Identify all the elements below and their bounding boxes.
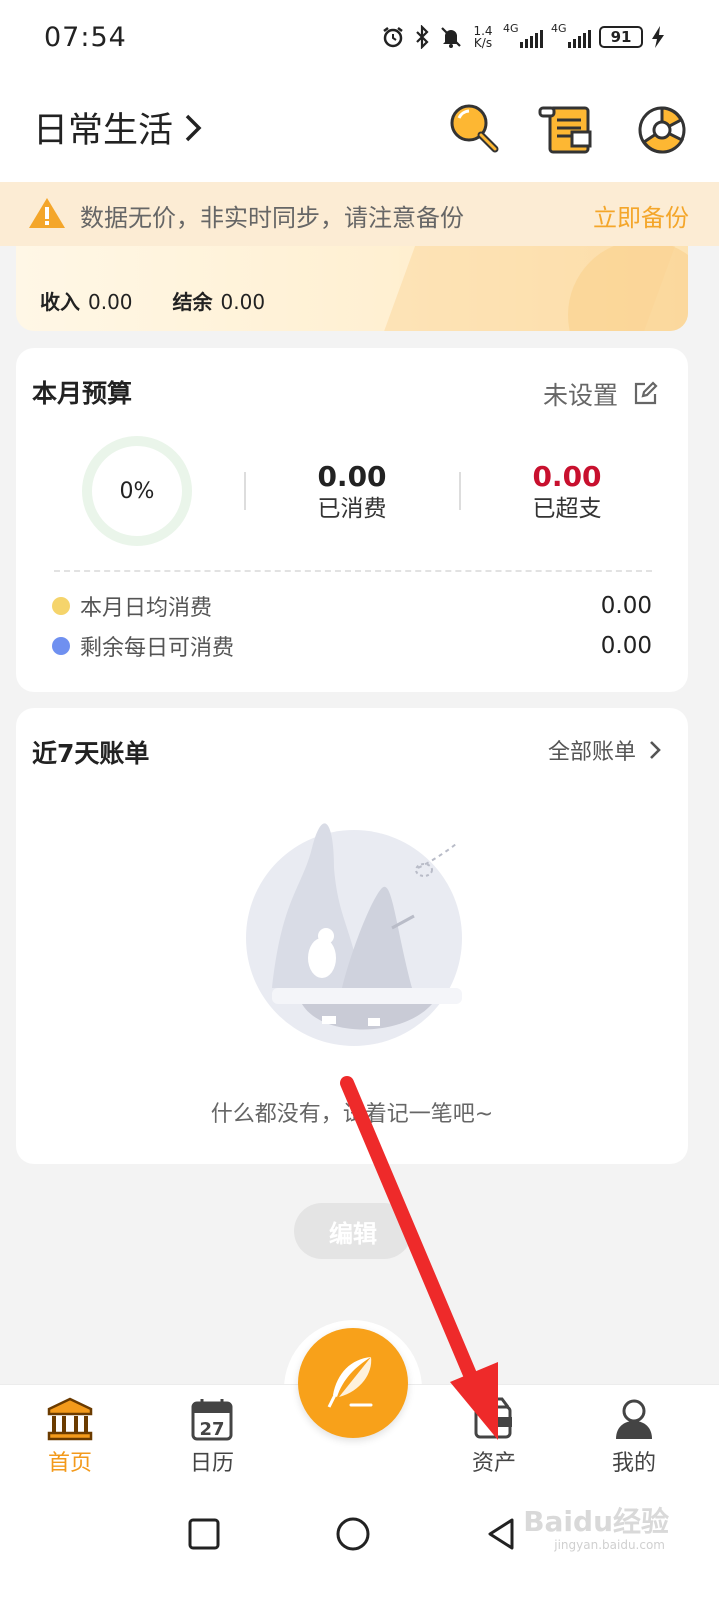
budget-card[interactable]: 本月预算 未设置 0% 0.00 已消费 0.00 已超支 本月日均消费 0.0… <box>16 348 688 692</box>
back-button[interactable] <box>482 1514 522 1554</box>
daily-remaining-value: 0.00 <box>600 633 652 659</box>
edit-icon <box>634 381 658 405</box>
tab-mine-label: 我的 <box>611 1451 656 1476</box>
spent-stat: 0.00 已消费 <box>287 460 417 524</box>
tab-assets[interactable]: 资产 <box>444 1397 544 1477</box>
watermark-url: jingyan.baidu.com <box>554 1538 665 1552</box>
feather-pen-icon <box>327 1357 373 1408</box>
daily-remaining-row: 剩余每日可消费 0.00 <box>52 630 652 662</box>
empty-state-text: 什么都没有，试着记一笔吧~ <box>210 1102 494 1127</box>
spent-value: 0.00 <box>317 460 387 493</box>
calendar-icon: 27 <box>191 1399 233 1441</box>
daily-average-label: 本月日均消费 <box>80 596 213 621</box>
divider <box>244 472 246 510</box>
chevron-right-icon <box>650 741 661 759</box>
daily-average-value: 0.00 <box>600 593 652 619</box>
signal-icon: 4G <box>503 22 543 50</box>
book-title: 日常生活 <box>33 111 174 151</box>
calendar-day: 27 <box>199 1419 224 1440</box>
bill-icon[interactable] <box>536 100 596 160</box>
income-label: 收入 <box>40 290 80 314</box>
income: 收入 0.00 <box>40 286 133 315</box>
spent-label: 已消费 <box>317 496 387 522</box>
bank-icon <box>47 1397 93 1441</box>
daily-remaining-label: 剩余每日可消费 <box>80 636 235 661</box>
warning-icon <box>29 198 65 228</box>
budget-title: 本月预算 <box>32 379 133 408</box>
income-value: 0.00 <box>88 290 133 314</box>
add-record-button[interactable] <box>298 1328 408 1438</box>
charging-icon <box>652 26 664 48</box>
summary-row: 收入 0.00 结余 0.00 <box>40 286 265 315</box>
divider <box>459 472 461 510</box>
budget-percent: 0% <box>119 478 155 504</box>
signal-icon-2: 4G <box>551 22 591 50</box>
wallet-icon <box>474 1397 512 1439</box>
balance: 结余 0.00 <box>173 286 266 315</box>
bluetooth-icon <box>416 25 429 49</box>
recent-apps-button[interactable] <box>184 1514 224 1554</box>
stats-pie-icon[interactable] <box>632 100 692 160</box>
all-bills-label: 全部账单 <box>547 740 636 765</box>
blue-dot-icon <box>52 637 70 655</box>
balance-value: 0.00 <box>220 290 266 314</box>
yellow-dot-icon <box>52 597 70 615</box>
backup-banner: 数据无价，非实时同步，请注意备份 立即备份 <box>0 182 719 246</box>
chevron-right-icon <box>185 114 202 141</box>
budget-progress-ring: 0% <box>82 436 192 546</box>
user-icon <box>616 1399 652 1439</box>
tab-assets-label: 资产 <box>471 1451 516 1476</box>
status-bar: 07:54 1.4 K/s 4G 4G 91 <box>0 0 719 80</box>
network-type-1: 4G <box>503 22 519 35</box>
budget-status: 未设置 <box>542 381 618 410</box>
net-speed-unit: K/s <box>473 36 493 50</box>
over-stat: 0.00 已超支 <box>502 460 632 524</box>
home-button[interactable] <box>333 1514 373 1554</box>
daily-average-row: 本月日均消费 0.00 <box>52 590 652 622</box>
empty-state-illustration <box>246 823 462 1046</box>
dashed-divider <box>54 570 652 572</box>
app-header: 日常生活 <box>0 80 719 182</box>
watermark-logo: Baidu经验 <box>523 1505 669 1538</box>
budget-setting-button[interactable]: 未设置 <box>543 376 658 412</box>
mute-icon <box>441 27 461 48</box>
alarm-icon <box>383 27 403 48</box>
backup-now-button[interactable]: 立即备份 <box>593 198 689 233</box>
tab-home[interactable]: 首页 <box>20 1397 120 1477</box>
balance-label: 结余 <box>172 290 213 314</box>
tab-calendar-label: 日历 <box>189 1451 234 1476</box>
tab-home-label: 首页 <box>47 1451 92 1476</box>
over-value: 0.00 <box>532 460 602 493</box>
status-time: 07:54 <box>44 22 127 53</box>
book-selector[interactable]: 日常生活 <box>33 102 203 153</box>
search-icon[interactable] <box>444 100 504 160</box>
over-label: 已超支 <box>532 496 602 522</box>
edit-button[interactable]: 编辑 <box>294 1203 412 1259</box>
network-type-2: 4G <box>551 22 567 35</box>
tab-mine[interactable]: 我的 <box>584 1397 684 1477</box>
backup-warning-text: 数据无价，非实时同步，请注意备份 <box>80 204 464 232</box>
all-bills-link[interactable]: 全部账单 <box>548 734 662 766</box>
recent-bills-title: 近7天账单 <box>32 739 150 768</box>
recent-bills-card: 近7天账单 全部账单 什么都没有，试着记一笔吧~ <box>16 708 688 1164</box>
status-icons: 1.4 K/s 4G 4G 91 <box>381 22 665 52</box>
battery-icon: 91 <box>599 26 643 48</box>
net-speed: 1.4 K/s <box>471 25 495 49</box>
tab-calendar[interactable]: 27 日历 <box>162 1397 262 1477</box>
